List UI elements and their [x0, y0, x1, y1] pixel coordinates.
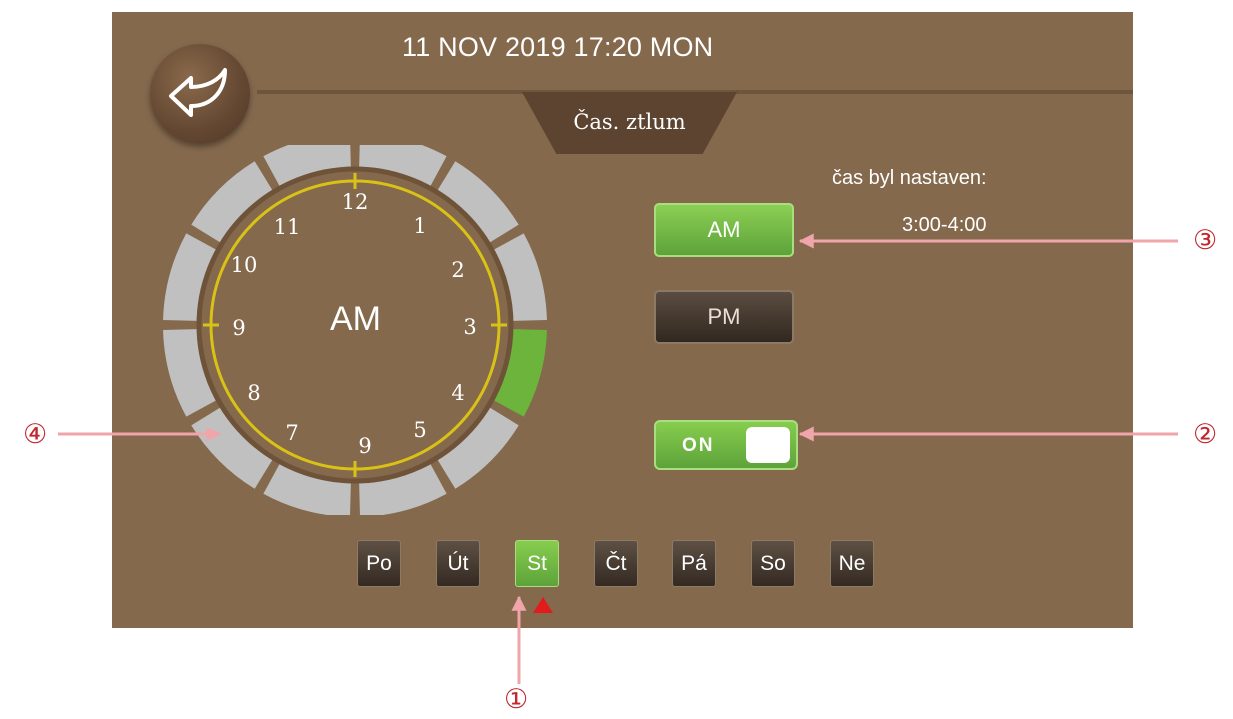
am-button[interactable]: AM	[654, 203, 794, 257]
clock-period-label: AM	[330, 300, 381, 338]
day-button-st[interactable]: St	[515, 540, 559, 587]
page-title: Čas. ztlum	[573, 110, 686, 134]
clock-number-4: 4	[451, 381, 464, 405]
datetime-display: 11 NOV 2019 17:20 MON	[402, 32, 714, 62]
clock-number-7: 7	[285, 421, 298, 445]
schedule-title: čas byl nastaven:	[832, 167, 987, 189]
device-screen: 11 NOV 2019 17:20 MON Čas. ztlum 12 1 2 …	[112, 12, 1133, 628]
day-button-po[interactable]: Po	[357, 540, 401, 587]
schedule-range: 3:00-4:00	[902, 214, 987, 236]
clock-number-6: 9	[358, 434, 371, 458]
clock-number-10: 10	[231, 253, 258, 277]
clock-number-5: 5	[413, 418, 426, 442]
callout-number-4: ④	[23, 419, 48, 450]
clock-number-9: 9	[232, 316, 245, 340]
day-button-so[interactable]: So	[751, 540, 795, 587]
pm-button[interactable]: PM	[654, 290, 794, 344]
callout-number-2: ②	[1193, 419, 1218, 450]
clock-number-1: 1	[413, 214, 426, 238]
day-button-ut[interactable]: Út	[436, 540, 480, 587]
toggle-label: ON	[682, 435, 715, 456]
day-button-ne[interactable]: Ne	[830, 540, 874, 587]
clock-number-8: 8	[247, 381, 260, 405]
back-button[interactable]	[150, 44, 250, 144]
back-arrow-icon	[169, 68, 227, 117]
callout-number-1: ①	[504, 684, 529, 715]
clock-number-2: 2	[451, 258, 464, 282]
toggle-knob[interactable]	[746, 427, 790, 463]
day-button-pa[interactable]: Pá	[672, 540, 716, 587]
mute-schedule-toggle[interactable]: ON	[654, 420, 798, 470]
clock-number-11: 11	[274, 215, 301, 239]
clock-number-12: 12	[342, 190, 369, 214]
day-button-ct[interactable]: Čt	[594, 540, 638, 587]
callout-number-3: ③	[1193, 225, 1218, 256]
selected-day-marker	[533, 597, 553, 613]
clock-number-3: 3	[463, 315, 476, 339]
